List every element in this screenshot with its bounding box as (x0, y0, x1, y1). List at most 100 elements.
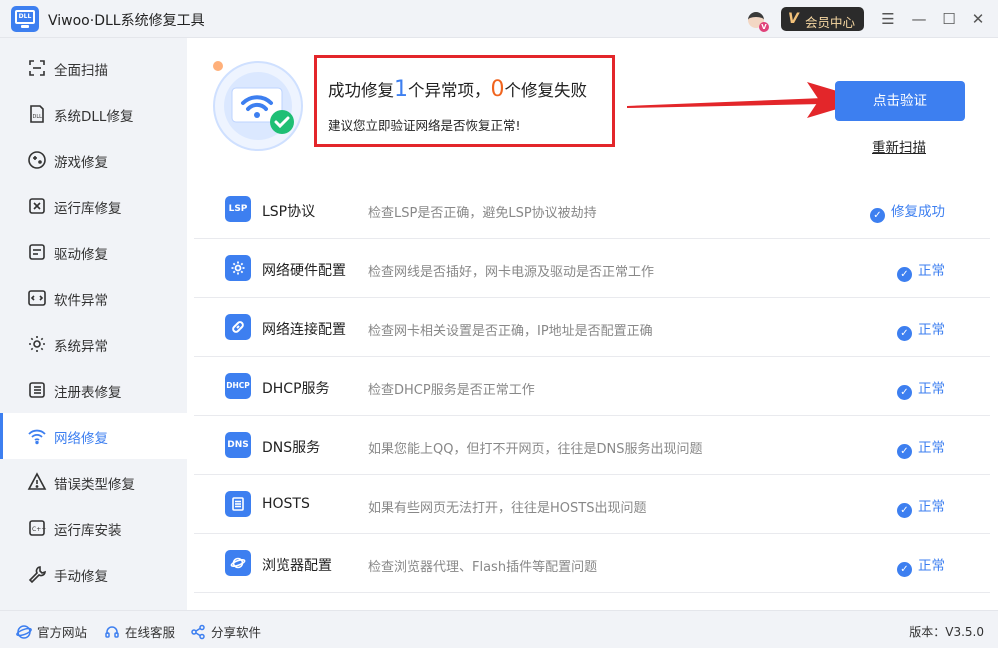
sidebar-item-label: 游戏修复 (54, 155, 108, 171)
sidebar-item-system[interactable]: 系统异常 (0, 321, 187, 367)
result-title: 成功修复1个异常项，0个修复失败 (328, 77, 587, 102)
svg-text:DLL: DLL (33, 114, 43, 120)
lsp-icon: LSP (225, 196, 251, 222)
vip-v-icon: V (788, 11, 799, 27)
result-middle: 个异常项， (408, 81, 491, 100)
check-name: DNS服务 (262, 440, 321, 456)
dns-icon: DNS (225, 432, 251, 458)
sidebar-item-runtime-install[interactable]: C++ 运行库安装 (0, 505, 187, 551)
check-name: 网络硬件配置 (262, 263, 346, 279)
title-bar: DLL Viwoo·DLL系统修复工具 V V 会员中心 ☰ — ☐ ✕ (0, 0, 998, 38)
sidebar-item-label: 系统DLL修复 (54, 109, 134, 125)
official-website-link[interactable]: 官方网站 (16, 622, 87, 641)
check-row-dhcp: DHCP DHCP服务 检查DHCP服务是否正常工作 ✓ 正常 (194, 357, 990, 416)
check-circle-icon: ✓ (897, 326, 912, 341)
gear-icon (27, 334, 47, 354)
verify-button[interactable]: 点击验证 (835, 81, 965, 121)
sidebar-item-dll[interactable]: DLL 系统DLL修复 (0, 91, 187, 137)
sidebar-item-label: 运行库修复 (54, 201, 122, 217)
check-row-hardware: 网络硬件配置 检查网线是否插好，网卡电源及驱动是否正常工作 ✓ 正常 (194, 239, 990, 298)
globe-icon (16, 624, 32, 640)
sidebar-item-full-scan[interactable]: 全面扫描 (0, 45, 187, 91)
check-description: 如果您能上QQ，但打不开网页，往往是DNS服务出现问题 (368, 442, 703, 457)
sidebar-item-runtime-repair[interactable]: 运行库修复 (0, 183, 187, 229)
result-subtitle: 建议您立即验证网络是否恢复正常! (328, 118, 521, 133)
check-description: 检查LSP是否正确，避免LSP协议被劫持 (368, 206, 597, 221)
user-avatar[interactable]: V (745, 8, 769, 32)
result-header: 成功修复1个异常项，0个修复失败 建议您立即验证网络是否恢复正常! 点击验证 重… (187, 38, 998, 180)
check-name: 浏览器配置 (262, 558, 332, 574)
headset-icon (104, 624, 120, 640)
network-fixed-illustration-icon (213, 61, 303, 151)
check-circle-icon: ✓ (870, 208, 885, 223)
check-description: 检查网线是否插好，网卡电源及驱动是否正常工作 (368, 265, 655, 280)
gear-icon (225, 255, 251, 281)
footer-bar: 官方网站 在线客服 分享软件 版本：V3.5.0 (0, 610, 998, 648)
sidebar-item-manual[interactable]: 手动修复 (0, 551, 187, 597)
check-name: DHCP服务 (262, 381, 330, 397)
check-description: 检查DHCP服务是否正常工作 (368, 383, 535, 398)
official-website-label: 官方网站 (37, 625, 88, 640)
online-support-link[interactable]: 在线客服 (104, 622, 175, 641)
check-name: 网络连接配置 (262, 322, 346, 338)
check-circle-icon: ✓ (897, 267, 912, 282)
check-circle-icon: ✓ (897, 503, 912, 518)
app-logo-icon: DLL (11, 6, 39, 32)
status-text: 正常 (918, 558, 945, 574)
check-status: ✓ 正常 (897, 554, 945, 577)
check-name: LSP协议 (262, 204, 316, 220)
sidebar-item-error-type[interactable]: 错误类型修复 (0, 459, 187, 505)
code-window-icon (27, 288, 47, 308)
dhcp-icon: DHCP (225, 373, 251, 399)
dll-file-icon: DLL (27, 104, 47, 124)
wifi-icon (27, 426, 47, 446)
maximize-icon[interactable]: ☐ (939, 9, 959, 29)
check-status: ✓ 正常 (897, 377, 945, 400)
sidebar-item-registry[interactable]: 注册表修复 (0, 367, 187, 413)
failed-count: 0 (490, 77, 505, 102)
sidebar: 全面扫描 DLL 系统DLL修复 游戏修复 运行库修复 驱动修复 软件异常 系统… (0, 38, 187, 610)
share-software-link[interactable]: 分享软件 (190, 622, 261, 641)
sidebar-item-label: 软件异常 (54, 293, 108, 309)
close-icon[interactable]: ✕ (968, 9, 988, 29)
result-suffix: 个修复失败 (504, 81, 588, 100)
sidebar-item-label: 网络修复 (54, 431, 108, 447)
sidebar-item-label: 系统异常 (54, 339, 108, 355)
sidebar-item-label: 全面扫描 (54, 63, 108, 79)
check-status: ✓ 正常 (897, 436, 945, 459)
sidebar-item-driver[interactable]: 驱动修复 (0, 229, 187, 275)
gamepad-icon (27, 150, 47, 170)
check-name: HOSTS (262, 496, 310, 512)
app-title: Viwoo·DLL系统修复工具 (48, 13, 205, 29)
logo-text: DLL (15, 10, 35, 24)
vip-badge-icon: V (759, 22, 769, 32)
svg-text:C++: C++ (32, 526, 46, 533)
check-row-connection: 网络连接配置 检查网卡相关设置是否正确，IP地址是否配置正确 ✓ 正常 (194, 298, 990, 357)
wrench-icon (27, 564, 47, 584)
sidebar-item-label: 手动修复 (54, 569, 108, 585)
result-prefix: 成功修复 (328, 81, 394, 100)
status-text: 正常 (918, 322, 945, 338)
sidebar-item-game[interactable]: 游戏修复 (0, 137, 187, 183)
check-description: 检查浏览器代理、Flash插件等配置问题 (368, 560, 598, 575)
sidebar-item-label: 驱动修复 (54, 247, 108, 263)
menu-icon[interactable]: ☰ (878, 9, 898, 29)
check-circle-icon: ✓ (897, 444, 912, 459)
sidebar-item-label: 注册表修复 (54, 385, 122, 401)
server-icon (225, 491, 251, 517)
rescan-link[interactable]: 重新扫描 (872, 136, 926, 156)
sidebar-item-label: 错误类型修复 (54, 477, 135, 493)
check-status: ✓ 正常 (897, 318, 945, 341)
status-text: 正常 (918, 263, 945, 279)
check-row-lsp: LSP LSP协议 检查LSP是否正确，避免LSP协议被劫持 ✓ 修复成功 (194, 180, 990, 239)
vs-runtime-icon (27, 196, 47, 216)
status-text: 正常 (918, 381, 945, 397)
share-icon (190, 624, 206, 640)
check-description: 如果有些网页无法打开，往往是HOSTS出现问题 (368, 501, 647, 516)
check-list: LSP LSP协议 检查LSP是否正确，避免LSP协议被劫持 ✓ 修复成功 网络硬… (194, 180, 990, 610)
check-description: 检查网卡相关设置是否正确，IP地址是否配置正确 (368, 324, 653, 339)
vip-center-button[interactable]: V 会员中心 (781, 7, 864, 31)
minimize-icon[interactable]: — (909, 9, 929, 29)
sidebar-item-network[interactable]: 网络修复 (0, 413, 187, 459)
sidebar-item-software[interactable]: 软件异常 (0, 275, 187, 321)
